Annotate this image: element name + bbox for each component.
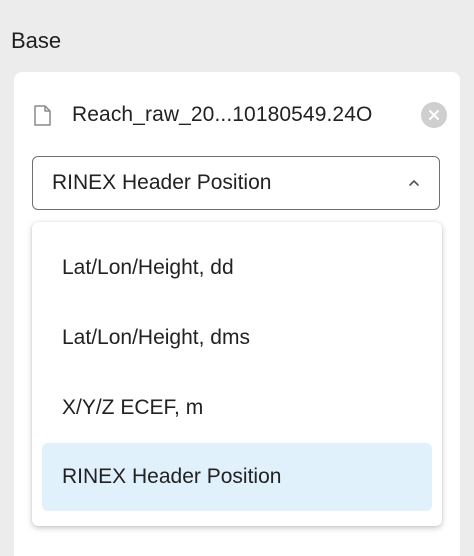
option-xyz-ecef[interactable]: X/Y/Z ECEF, m [42,374,432,442]
option-rinex-header-position[interactable]: RINEX Header Position [42,443,432,511]
position-format-select[interactable]: RINEX Header Position [32,156,440,210]
chevron-up-icon [405,174,423,192]
close-circle-icon[interactable] [421,102,447,128]
file-icon [34,103,54,127]
select-value: RINEX Header Position [52,171,272,194]
base-panel: Base Reach_raw_20...10180549.24O RINEX H… [0,0,474,556]
option-lat-lon-height-dms[interactable]: Lat/Lon/Height, dms [42,304,432,372]
section-title: Base [11,28,62,53]
position-format-dropdown: Lat/Lon/Height, dd Lat/Lon/Height, dms X… [32,222,442,526]
file-name: Reach_raw_20...10180549.24O [72,103,373,126]
file-row: Reach_raw_20...10180549.24O [34,100,447,130]
option-lat-lon-height-dd[interactable]: Lat/Lon/Height, dd [42,234,432,302]
